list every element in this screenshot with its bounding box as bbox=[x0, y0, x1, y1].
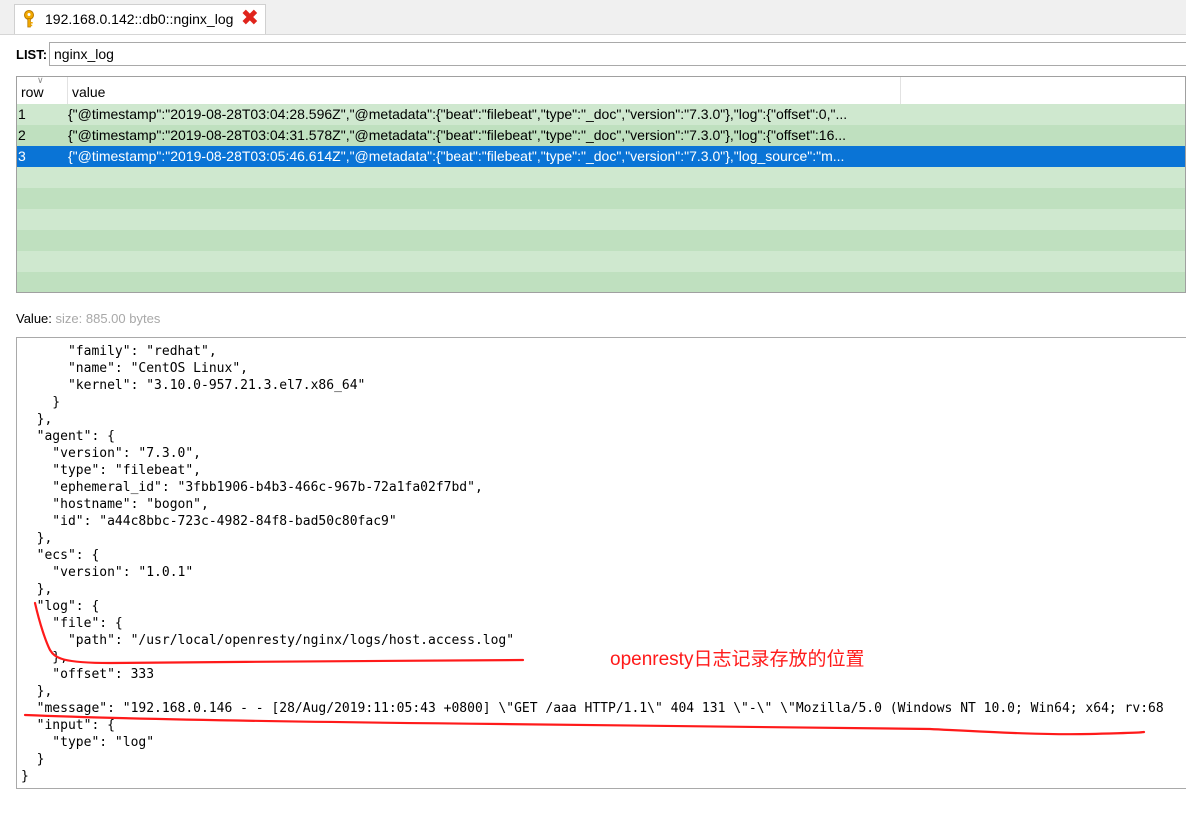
row-value: {"@timestamp":"2019-08-28T03:04:28.596Z"… bbox=[68, 106, 848, 122]
close-icon[interactable]: ✖ bbox=[241, 7, 259, 29]
column-header-value[interactable]: value bbox=[68, 77, 901, 104]
code-line: "input": { bbox=[21, 718, 115, 733]
list-values-table: ∨ row value 1 {"@timestamp":"2019-08-28T… bbox=[16, 76, 1186, 293]
column-header-row-label: row bbox=[21, 84, 44, 100]
code-line: "offset": 333 bbox=[21, 667, 155, 682]
code-line: "ecs": { bbox=[21, 548, 100, 563]
code-line: "id": "a44c8bbc-723c-4982-84f8-bad50c80f… bbox=[21, 514, 397, 529]
column-header-row[interactable]: ∨ row bbox=[17, 77, 68, 104]
code-line: }, bbox=[21, 684, 53, 699]
code-line: "type": "log" bbox=[21, 735, 155, 750]
row-number: 3 bbox=[18, 148, 26, 164]
column-header-value-label: value bbox=[72, 84, 106, 100]
value-label: Value: size: 885.00 bytes bbox=[16, 311, 160, 326]
code-line: "message": "192.168.0.146 - - [28/Aug/20… bbox=[21, 701, 1164, 716]
row-value: {"@timestamp":"2019-08-28T03:04:31.578Z"… bbox=[68, 127, 847, 143]
code-line: "kernel": "3.10.0-957.21.3.el7.x86_64" bbox=[21, 378, 366, 393]
code-line: } bbox=[21, 395, 61, 410]
code-line: "agent": { bbox=[21, 429, 115, 444]
list-label: LIST: bbox=[16, 47, 48, 62]
value-size: size: 885.00 bytes bbox=[55, 311, 161, 326]
code-line: }, bbox=[21, 650, 68, 665]
table-header: ∨ row value bbox=[17, 77, 1185, 105]
annotation-text: openresty日志记录存放的位置 bbox=[610, 649, 865, 670]
code-line: "version": "1.0.1" bbox=[21, 565, 194, 580]
code-line: "family": "redhat", bbox=[21, 344, 217, 359]
value-label-text: Value: bbox=[16, 311, 52, 326]
code-line: } bbox=[21, 752, 45, 767]
code-line: "hostname": "bogon", bbox=[21, 497, 209, 512]
tab-title: 192.168.0.142::db0::nginx_log bbox=[45, 11, 234, 27]
code-line: "type": "filebeat", bbox=[21, 463, 202, 478]
code-line: }, bbox=[21, 531, 53, 546]
code-line: "log": { bbox=[21, 599, 100, 614]
tab-bar: 192.168.0.142::db0::nginx_log ✖ bbox=[0, 0, 1186, 35]
value-editor[interactable]: "family": "redhat", "name": "CentOS Linu… bbox=[16, 337, 1186, 789]
code-line: "path": "/usr/local/openresty/nginx/logs… bbox=[21, 633, 515, 648]
key-icon bbox=[24, 10, 34, 28]
empty-row bbox=[17, 167, 1185, 188]
code-line: "version": "7.3.0", bbox=[21, 446, 202, 461]
empty-row bbox=[17, 272, 1185, 292]
empty-row bbox=[17, 230, 1185, 251]
list-key-field[interactable]: nginx_log bbox=[49, 42, 1186, 66]
code-line: "name": "CentOS Linux", bbox=[21, 361, 248, 376]
tab-nginx-log[interactable]: 192.168.0.142::db0::nginx_log ✖ bbox=[14, 4, 266, 34]
code-line: "ephemeral_id": "3fbb1906-b4b3-466c-967b… bbox=[21, 480, 483, 495]
table-row[interactable]: 1 {"@timestamp":"2019-08-28T03:04:28.596… bbox=[17, 104, 1185, 125]
code-line: }, bbox=[21, 582, 53, 597]
empty-row bbox=[17, 188, 1185, 209]
code-line: } bbox=[21, 769, 29, 784]
empty-row bbox=[17, 209, 1185, 230]
table-row[interactable]: 2 {"@timestamp":"2019-08-28T03:04:31.578… bbox=[17, 125, 1185, 146]
row-number: 1 bbox=[18, 106, 26, 122]
row-value: {"@timestamp":"2019-08-28T03:05:46.614Z"… bbox=[68, 148, 845, 164]
table-row-selected[interactable]: 3 {"@timestamp":"2019-08-28T03:05:46.614… bbox=[17, 146, 1185, 167]
code-line: }, bbox=[21, 412, 53, 427]
empty-row bbox=[17, 251, 1185, 272]
code-line: "file": { bbox=[21, 616, 123, 631]
row-number: 2 bbox=[18, 127, 26, 143]
